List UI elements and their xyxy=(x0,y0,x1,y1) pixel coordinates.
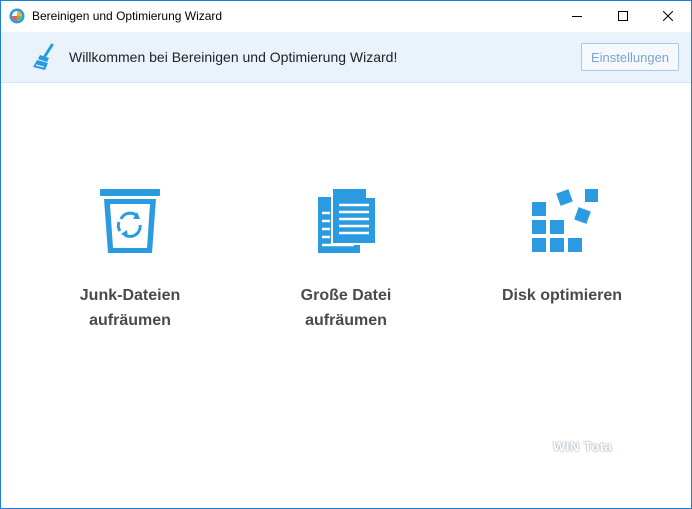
broom-icon xyxy=(31,43,59,71)
trash-recycle-icon xyxy=(90,181,170,261)
large-files-tile[interactable]: Große Datei aufräumen xyxy=(251,181,441,333)
maximize-icon xyxy=(618,11,628,21)
maximize-button[interactable] xyxy=(600,1,646,31)
close-button[interactable] xyxy=(645,1,691,31)
close-icon xyxy=(663,11,673,21)
large-files-label: Große Datei aufräumen xyxy=(251,283,441,333)
minimize-button[interactable] xyxy=(554,1,600,31)
disk-optimize-label: Disk optimieren xyxy=(467,283,657,308)
disk-blocks-icon xyxy=(522,181,602,261)
watermark-logo: WIN Tota xyxy=(553,439,613,454)
welcome-text: Willkommen bei Bereinigen und Optimierun… xyxy=(69,49,398,65)
junk-files-label: Junk-Dateien aufräumen xyxy=(35,283,225,333)
minimize-icon xyxy=(572,11,582,21)
welcome-banner: Willkommen bei Bereinigen und Optimierun… xyxy=(1,32,691,83)
disk-optimize-tile[interactable]: Disk optimieren xyxy=(467,181,657,308)
settings-button[interactable]: Einstellungen xyxy=(581,43,679,71)
junk-files-label-line2: aufräumen xyxy=(89,312,171,329)
window-title: Bereinigen und Optimierung Wizard xyxy=(32,9,223,23)
documents-icon xyxy=(306,181,386,261)
junk-files-tile[interactable]: Junk-Dateien aufräumen xyxy=(35,181,225,333)
disk-optimize-label-line1: Disk optimieren xyxy=(501,287,623,304)
title-bar[interactable]: Bereinigen und Optimierung Wizard xyxy=(1,1,691,31)
large-files-label-line1: Große Datei xyxy=(300,287,392,304)
junk-files-label-line1: Junk-Dateien xyxy=(79,287,181,304)
app-window: Bereinigen und Optimierung Wizard Willko… xyxy=(0,0,692,509)
app-logo-icon xyxy=(9,8,25,24)
large-files-label-line2: aufräumen xyxy=(305,312,387,329)
